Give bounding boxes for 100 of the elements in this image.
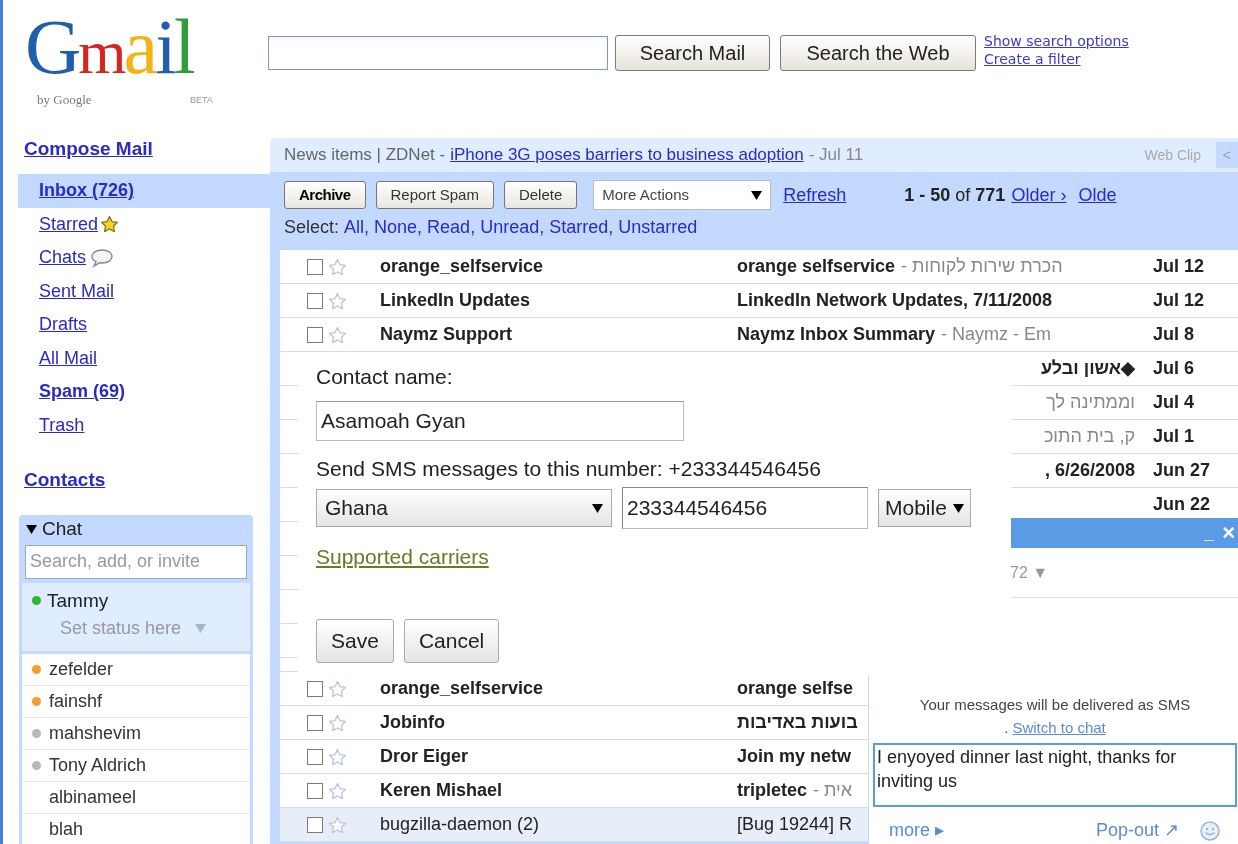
folder-link[interactable]: Chats (39, 244, 87, 272)
select-option-link[interactable]: Read, (427, 213, 476, 241)
speech-bubble-icon (89, 247, 116, 268)
search-button[interactable]: Search the Web (780, 35, 976, 71)
folder-link[interactable]: Trash (39, 411, 85, 439)
checkbox[interactable] (307, 816, 323, 833)
checkbox[interactable] (307, 782, 323, 799)
snippet-text: - הכרת שירות לקוחות (901, 255, 1063, 278)
date-text: Jul 6 (1153, 357, 1195, 380)
separator-text: . (1004, 717, 1009, 738)
chat-title: Chat (42, 517, 83, 542)
older-link[interactable]: Older › (1011, 181, 1067, 209)
checkbox[interactable] (307, 714, 323, 731)
sender-name: Naymz Support (380, 324, 512, 344)
folder-link[interactable]: All Mail (39, 344, 97, 372)
folder-link[interactable]: Drafts (39, 311, 87, 339)
select-option-link[interactable]: Unread, (480, 213, 545, 241)
subject-text: , 6/26/2008 (1044, 459, 1135, 482)
news-date: - Jul 11 (808, 144, 864, 167)
checkbox[interactable] (307, 680, 323, 697)
subject-text: orange selfse (737, 677, 854, 700)
subject-text: אשון ובלע◆ (1040, 357, 1135, 380)
date-text: Jul 4 (1153, 391, 1195, 414)
subject-text: [Bug 19244] R (737, 813, 853, 836)
snippet-text: ק, בית התוכ (1043, 425, 1135, 448)
sender-name: orange_selfservice (380, 256, 544, 276)
oldest-link[interactable]: Olde (1078, 181, 1117, 209)
subject-text: Naymz Inbox Summary (737, 323, 936, 346)
folder-link[interactable]: Sent Mail (39, 277, 115, 305)
star-icon (101, 216, 119, 233)
contact-name[interactable]: zefelder (49, 655, 114, 683)
snippet-text: וממתינה לך (1046, 391, 1135, 414)
snippet-text: - Naymz - Em (941, 323, 1052, 346)
contact-name[interactable]: Tony Aldrich (49, 751, 147, 779)
select-option-link[interactable]: All, (344, 213, 370, 241)
logo-byline: by Google (37, 91, 92, 109)
own-name: Tammy (47, 588, 109, 613)
page-range: 1 - 50 of 771 (904, 183, 1006, 207)
beta-label: BETA (190, 94, 213, 107)
date-text: Jun 27 (1153, 459, 1211, 482)
contact-name-field[interactable]: Asamoah Gyan (316, 401, 684, 441)
dropdown-arrow-icon (751, 190, 763, 200)
date-text: Jul 1 (1153, 425, 1195, 448)
smiley-icon (1199, 819, 1221, 842)
contacts-link[interactable]: Contacts (24, 466, 106, 495)
date-text: Jul 12 (1153, 289, 1205, 312)
subject-text: בועות באדיבות (737, 711, 858, 734)
select-option-link[interactable]: None, (374, 213, 423, 241)
sender-name: Jobinfo (380, 712, 445, 732)
folder-link[interactable]: Inbox (726) (39, 177, 135, 205)
search-field[interactable] (268, 36, 608, 70)
message-input[interactable]: I enyoyed dinner last night, thanks for inviting us (873, 743, 1237, 807)
compose-link[interactable]: Compose Mail (24, 138, 153, 160)
contact-name[interactable]: blah (49, 815, 84, 843)
contact-name[interactable]: fainshf (49, 687, 103, 715)
date-text: Jul 12 (1153, 255, 1205, 278)
select-option-link[interactable]: Unstarred (618, 213, 698, 241)
checkbox[interactable] (307, 748, 323, 765)
dialog-button[interactable]: Save (316, 618, 394, 663)
sender-name: bugzilla-daemon (2) (380, 814, 540, 834)
gmail-logo: Gmail (25, 8, 193, 86)
sender-name: Dror Eiger (380, 746, 469, 766)
switch-to-chat-link[interactable]: Switch to chat (1012, 716, 1106, 739)
phone-type-dropdown[interactable]: Mobile (878, 489, 971, 527)
refresh-link[interactable]: Refresh (783, 181, 847, 209)
toolbar-button[interactable]: Delete (503, 181, 578, 209)
sms-number-label: Send SMS messages to this number: +233344546456 (316, 456, 822, 482)
sender-name: orange_selfservice (380, 678, 544, 698)
sender-name: Keren Mishael (380, 780, 503, 800)
phone-number-field[interactable]: 233344546456 (622, 487, 868, 529)
chat-search-field[interactable]: Search, add, or invite (25, 544, 247, 579)
folder-link[interactable]: Starred (39, 210, 99, 238)
contact-name[interactable]: mahshevim (49, 719, 142, 747)
date-text: Jul 8 (1153, 323, 1195, 346)
checkbox[interactable] (307, 258, 323, 275)
snippet-text: - אית (813, 779, 853, 802)
dialog-button[interactable]: Cancel (403, 618, 500, 663)
checkbox[interactable] (307, 326, 323, 343)
country-dropdown[interactable]: Ghana (316, 489, 612, 527)
select-label: Select: (284, 215, 340, 239)
news-source: News items | ZDNet - (284, 144, 446, 167)
search-link[interactable]: Show search options (984, 32, 1129, 50)
toolbar-button[interactable]: Report Spam (375, 181, 494, 209)
search-link[interactable]: Create a filter (984, 50, 1129, 68)
select-option-link[interactable]: Starred, (549, 213, 614, 241)
more-actions-dropdown[interactable]: More Actions (593, 180, 772, 210)
dropdown-arrow-icon (592, 503, 603, 513)
folder-link[interactable]: Spam (69) (39, 378, 126, 406)
subject-text: tripletec (737, 779, 808, 802)
sender-name: LinkedIn Updates (380, 290, 531, 310)
dropdown-arrow-icon (195, 624, 207, 633)
news-headline-link[interactable]: iPhone 3G poses barriers to business adoption (450, 142, 804, 168)
contact-name[interactable]: albinameel (49, 783, 137, 811)
checkbox[interactable] (307, 292, 323, 309)
more-link[interactable]: more ▸ (889, 817, 944, 844)
supported-carriers-link[interactable]: Supported carriers (316, 541, 489, 573)
search-button[interactable]: Search Mail (615, 35, 770, 71)
subject-text: orange selfservice (737, 255, 896, 278)
toolbar-button[interactable]: Archive (284, 181, 366, 209)
subject-text: Join my netw (737, 745, 852, 768)
